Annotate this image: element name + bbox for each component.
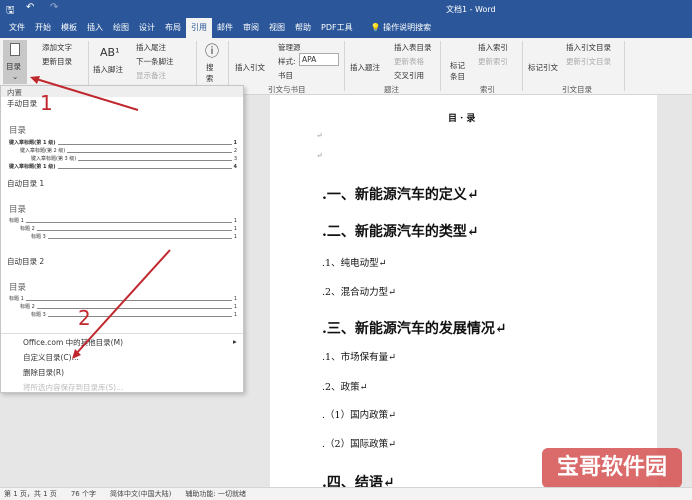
- annotation-layer: 1 2: [30, 76, 171, 359]
- accessibility-status[interactable]: 辅助功能: 一切就绪: [185, 489, 246, 499]
- arrow-head-icon: [30, 76, 40, 84]
- word-count[interactable]: 76 个字: [71, 489, 96, 499]
- page-count[interactable]: 第 1 页，共 1 页: [4, 489, 57, 499]
- arrow-2: [74, 249, 171, 356]
- status-bar: 第 1 页，共 1 页 76 个字 简体中文(中国大陆) 辅助功能: 一切就绪: [0, 487, 692, 500]
- annotation-label-1: 1: [40, 91, 53, 115]
- annotation-label-2: 2: [78, 306, 91, 330]
- language[interactable]: 简体中文(中国大陆): [110, 489, 171, 499]
- watermark-logo: 宝哥软件园: [542, 448, 682, 488]
